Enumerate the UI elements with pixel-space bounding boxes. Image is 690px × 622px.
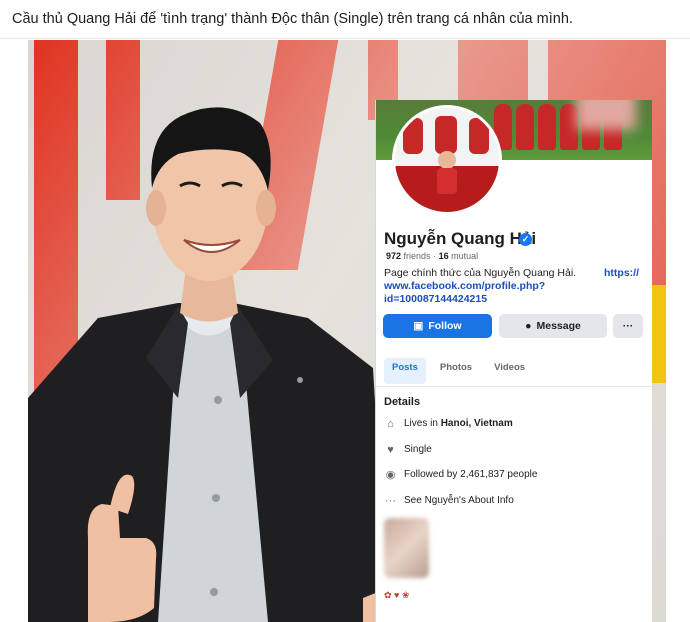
friends-count: 972: [386, 251, 402, 261]
friends-label: friends: [403, 251, 431, 261]
mutual-label: mutual: [451, 251, 479, 261]
tab-videos[interactable]: Videos: [486, 358, 533, 384]
detail-row-lives-in: ⌂ Lives in Hanoi, Vietnam: [384, 417, 513, 430]
follow-label: Follow: [428, 320, 462, 332]
bio-link[interactable]: www.facebook.com/profile.php?id=10008714…: [384, 280, 545, 305]
friend-stats[interactable]: 972 friends · 16 mutual: [386, 251, 478, 261]
more-options-button[interactable]: ···: [613, 314, 643, 338]
cover-player: [538, 104, 556, 150]
follow-button[interactable]: ▣ Follow: [383, 314, 492, 338]
caption-divider: [0, 38, 690, 39]
blurred-region: [576, 100, 636, 130]
profile-avatar[interactable]: [392, 105, 502, 215]
tab-photos[interactable]: Photos: [432, 358, 480, 384]
heart-icon: ♥: [387, 443, 394, 456]
bio-link-start[interactable]: https://: [604, 267, 639, 279]
lives-in-prefix: Lives in: [404, 418, 441, 429]
followers-icon: ◉: [385, 469, 396, 481]
followers-value[interactable]: Followed by 2,461,837 people: [404, 469, 537, 480]
details-title: Details: [384, 396, 421, 408]
detail-row-relationship: ♥ Single: [384, 443, 432, 456]
bio-text: Page chính thức của Nguyễn Quang Hải.: [384, 267, 577, 279]
reaction-icons: ✿ ♥ ❀: [384, 590, 410, 600]
verified-badge-icon: ✓: [519, 233, 532, 246]
follow-icon: ▣: [413, 320, 424, 332]
detail-text: Lives in Hanoi, Vietnam: [404, 418, 513, 429]
stats-dot: ·: [433, 251, 437, 261]
messenger-icon: ●: [525, 320, 532, 332]
about-info-link[interactable]: See Nguyễn's About Info: [404, 495, 514, 506]
avatar-image: [395, 108, 499, 212]
relationship-value: Single: [404, 444, 432, 455]
post-caption: Cầu thủ Quang Hải để 'tình trạng' thành …: [12, 11, 573, 27]
yellow-side-tab: [651, 285, 666, 383]
tabs-divider: [376, 386, 652, 387]
cover-player: [516, 104, 534, 150]
lives-in-value[interactable]: Hanoi, Vietnam: [441, 418, 513, 429]
detail-row-followers: ◉ Followed by 2,461,837 people: [384, 468, 538, 481]
detail-row-about[interactable]: ··· See Nguyễn's About Info: [384, 494, 514, 507]
profile-tabs: Posts Photos Videos: [384, 358, 539, 384]
more-icon: ···: [385, 494, 396, 507]
facebook-profile-card: Nguyễn Quang Hải ✓ 972 friends · 16 mutu…: [375, 100, 652, 622]
message-button[interactable]: ● Message: [499, 314, 607, 338]
message-label: Message: [536, 320, 581, 332]
player-portrait: [28, 107, 388, 622]
featured-thumbnail[interactable]: [384, 518, 429, 578]
profile-name: Nguyễn Quang Hải: [384, 229, 537, 248]
tab-posts[interactable]: Posts: [384, 358, 426, 384]
home-icon: ⌂: [387, 417, 394, 430]
mutual-count: 16: [438, 251, 449, 261]
